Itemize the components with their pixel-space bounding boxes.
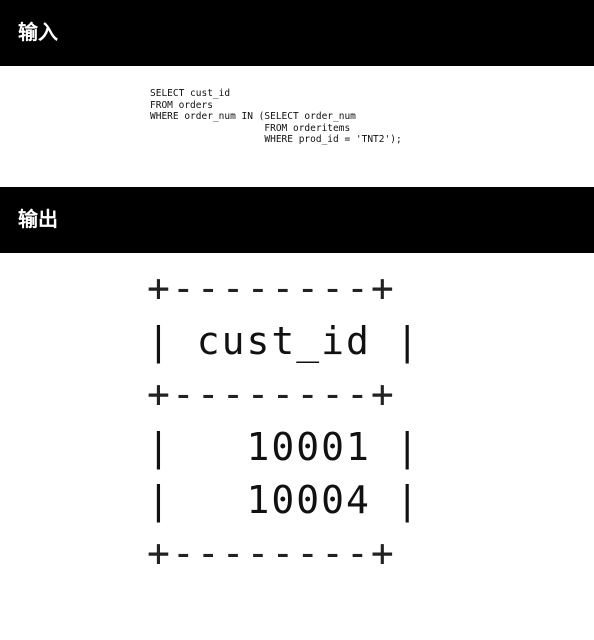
result-header-row: | cust_id | (147, 319, 421, 363)
result-border-mid: +--------+ (147, 372, 396, 416)
sql-line: SELECT cust_id (150, 88, 231, 99)
sql-line: WHERE order_num IN (SELECT order_num (150, 111, 356, 122)
sql-line: FROM orderitems (150, 122, 351, 134)
sql-line: FROM orders (150, 99, 213, 111)
sql-code-block: SELECT cust_id FROM orders WHERE order_n… (150, 88, 402, 146)
query-result-table: +--------+ | cust_id | +--------+ | 1000… (147, 262, 421, 580)
result-border-bottom: +--------+ (147, 531, 396, 575)
sql-line: WHERE prod_id = 'TNT2'); (150, 134, 402, 145)
result-row: | 10004 | (147, 478, 421, 522)
result-border-top: +--------+ (147, 266, 396, 310)
input-section-header: 输入 (0, 0, 594, 66)
input-section-label: 输入 (18, 20, 58, 44)
output-section-header: 输出 (0, 187, 594, 253)
output-section-label: 输出 (18, 207, 58, 231)
result-row: | 10001 | (147, 425, 421, 469)
